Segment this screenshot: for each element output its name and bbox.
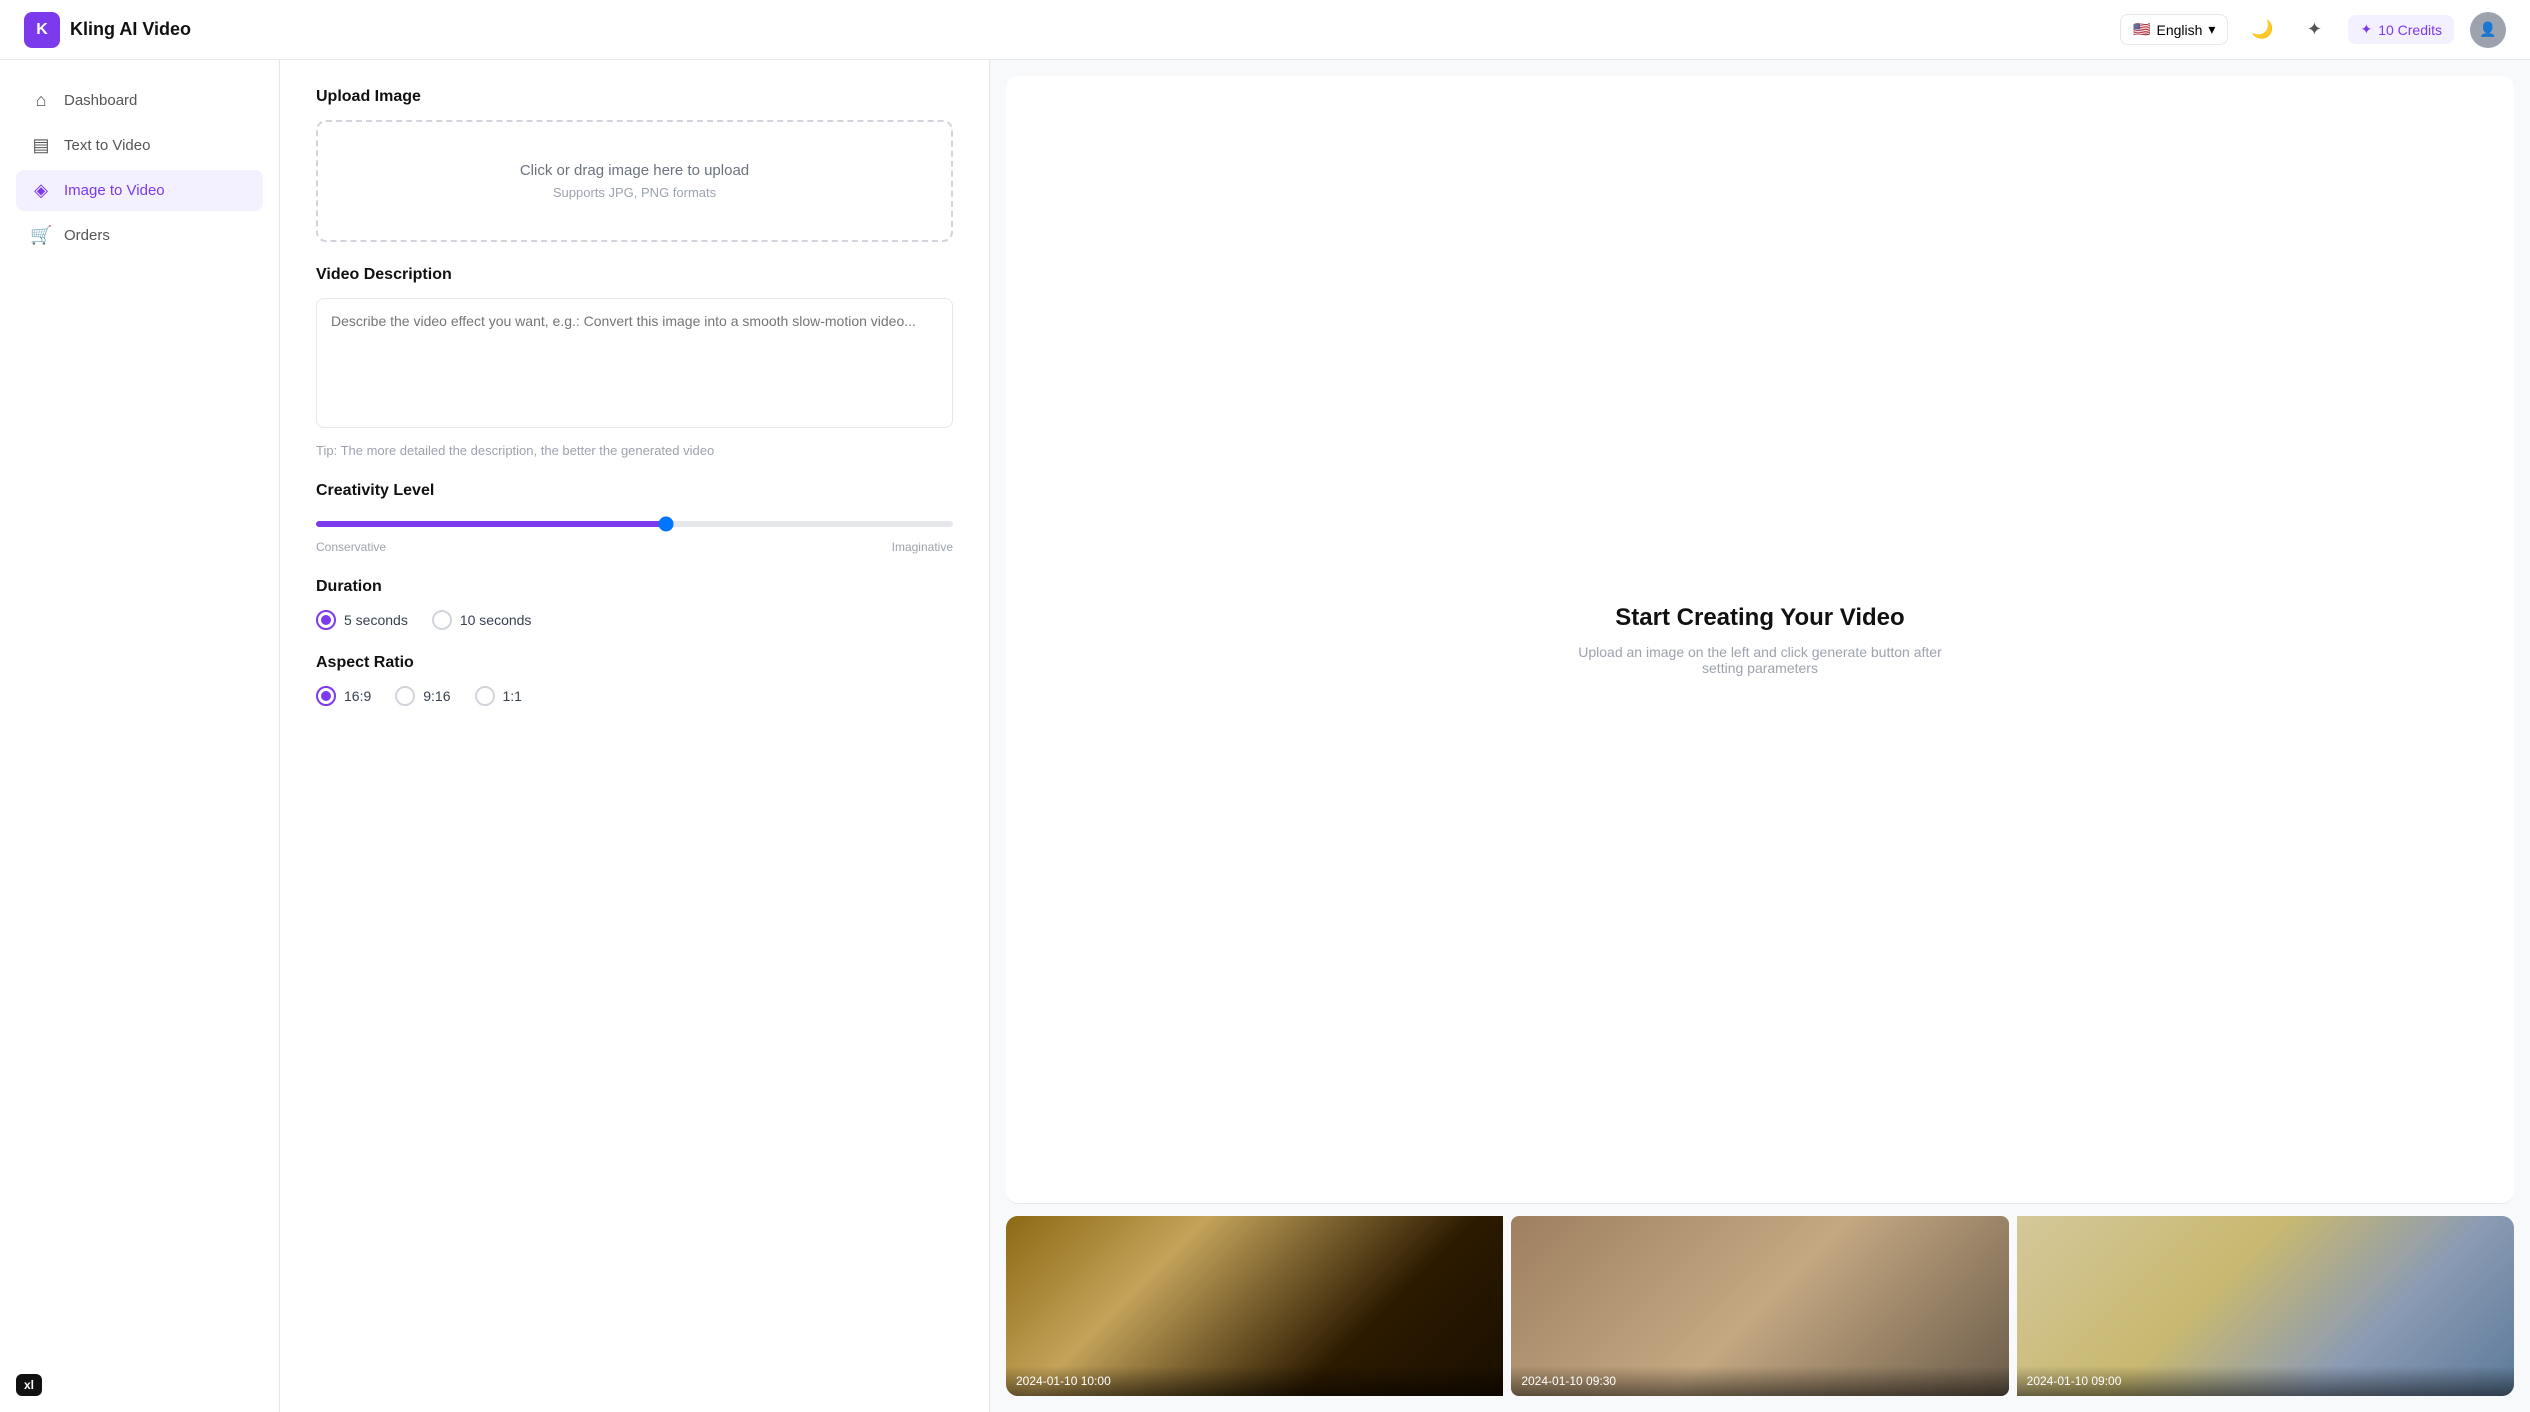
creativity-section: Creativity Level Conservative Imaginativ… <box>316 482 953 554</box>
description-section: Video Description Tip: The more detailed… <box>316 266 953 458</box>
image-to-video-icon: ◈ <box>30 180 52 201</box>
creativity-slider[interactable] <box>316 521 953 527</box>
creativity-section-title: Creativity Level <box>316 482 953 500</box>
preview-empty-title: Start Creating Your Video <box>1615 604 1904 632</box>
aspect-ratio-radio-group: 16:9 9:16 1:1 <box>316 686 953 706</box>
sidebar: ⌂ Dashboard ▤ Text to Video ◈ Image to V… <box>0 60 280 1412</box>
user-avatar[interactable]: 👤 <box>2470 12 2506 48</box>
flag-icon: 🇺🇸 <box>2133 21 2150 38</box>
thumbnail-2[interactable]: 2024-01-10 09:30 <box>1511 1216 2008 1396</box>
duration-label-5s: 5 seconds <box>344 612 408 628</box>
aspect-ratio-radio-1x1[interactable] <box>475 686 495 706</box>
upload-section: Upload Image Click or drag image here to… <box>316 88 953 242</box>
sidebar-item-orders-label: Orders <box>64 227 110 244</box>
aspect-ratio-option-16x9[interactable]: 16:9 <box>316 686 371 706</box>
sidebar-item-text-to-video[interactable]: ▤ Text to Video <box>16 125 263 166</box>
upload-dropzone[interactable]: Click or drag image here to upload Suppo… <box>316 120 953 242</box>
header-actions: 🇺🇸 English ▾ 🌙 ✦ ✦ 10 Credits 👤 <box>2120 12 2506 48</box>
aspect-ratio-radio-9x16[interactable] <box>395 686 415 706</box>
sidebar-item-dashboard[interactable]: ⌂ Dashboard <box>16 80 263 121</box>
sidebar-item-text-to-video-label: Text to Video <box>64 137 150 154</box>
app-logo: K <box>24 12 60 48</box>
aspect-ratio-label-16x9: 16:9 <box>344 688 371 704</box>
right-panel: Start Creating Your Video Upload an imag… <box>990 60 2530 1412</box>
aspect-ratio-label-1x1: 1:1 <box>503 688 522 704</box>
creativity-slider-container <box>316 514 953 532</box>
upload-main-text: Click or drag image here to upload <box>338 162 931 179</box>
duration-label-10s: 10 seconds <box>460 612 532 628</box>
credits-icon: ✦ <box>2360 21 2372 38</box>
app-title: Kling AI Video <box>70 19 191 40</box>
thumbnail-1-date: 2024-01-10 10:00 <box>1006 1366 1503 1396</box>
duration-section-title: Duration <box>316 578 953 596</box>
preview-empty-subtitle: Upload an image on the left and click ge… <box>1560 644 1960 676</box>
description-section-title: Video Description <box>316 266 953 284</box>
sidebar-item-image-to-video[interactable]: ◈ Image to Video <box>16 170 263 211</box>
header-logo-area: K Kling AI Video <box>24 12 191 48</box>
sidebar-item-image-to-video-label: Image to Video <box>64 182 165 199</box>
aspect-ratio-label-9x16: 9:16 <box>423 688 450 704</box>
duration-radio-10s[interactable] <box>432 610 452 630</box>
aspect-ratio-option-1x1[interactable]: 1:1 <box>475 686 522 706</box>
xl-badge: xl <box>16 1374 42 1396</box>
main-layout: ⌂ Dashboard ▤ Text to Video ◈ Image to V… <box>0 60 2530 1412</box>
dark-mode-button[interactable]: 🌙 <box>2244 12 2280 48</box>
thumbnail-2-date: 2024-01-10 09:30 <box>1511 1366 2008 1396</box>
aspect-ratio-section-title: Aspect Ratio <box>316 654 953 672</box>
content-area: Upload Image Click or drag image here to… <box>280 60 2530 1412</box>
text-to-video-icon: ▤ <box>30 135 52 156</box>
upload-sub-text: Supports JPG, PNG formats <box>338 185 931 200</box>
dashboard-icon: ⌂ <box>30 90 52 111</box>
description-tip: Tip: The more detailed the description, … <box>316 443 953 458</box>
credits-label: 10 Credits <box>2378 22 2442 38</box>
thumbnail-1[interactable]: 2024-01-10 10:00 <box>1006 1216 1503 1396</box>
creativity-max-label: Imaginative <box>892 540 953 554</box>
aspect-ratio-radio-16x9[interactable] <box>316 686 336 706</box>
creativity-slider-labels: Conservative Imaginative <box>316 540 953 554</box>
thumbnail-3[interactable]: 2024-01-10 09:00 <box>2017 1216 2514 1396</box>
chevron-down-icon: ▾ <box>2208 21 2215 38</box>
left-panel: Upload Image Click or drag image here to… <box>280 60 990 1412</box>
sidebar-item-orders[interactable]: 🛒 Orders <box>16 215 263 256</box>
app-header: K Kling AI Video 🇺🇸 English ▾ 🌙 ✦ ✦ 10 C… <box>0 0 2530 60</box>
duration-option-5s[interactable]: 5 seconds <box>316 610 408 630</box>
duration-option-10s[interactable]: 10 seconds <box>432 610 532 630</box>
language-selector[interactable]: 🇺🇸 English ▾ <box>2120 14 2228 45</box>
duration-radio-group: 5 seconds 10 seconds <box>316 610 953 630</box>
description-textarea[interactable] <box>316 298 953 428</box>
orders-icon: 🛒 <box>30 225 52 246</box>
sidebar-item-dashboard-label: Dashboard <box>64 92 137 109</box>
sparkle-button[interactable]: ✦ <box>2296 12 2332 48</box>
duration-section: Duration 5 seconds 10 seconds <box>316 578 953 630</box>
thumbnail-3-date: 2024-01-10 09:00 <box>2017 1366 2514 1396</box>
creativity-min-label: Conservative <box>316 540 386 554</box>
aspect-ratio-option-9x16[interactable]: 9:16 <box>395 686 450 706</box>
preview-area: Start Creating Your Video Upload an imag… <box>1006 76 2514 1204</box>
thumbnails-row: 2024-01-10 10:00 2024-01-10 09:30 2024-0… <box>1006 1216 2514 1396</box>
credits-display: ✦ 10 Credits <box>2348 15 2454 44</box>
duration-radio-5s[interactable] <box>316 610 336 630</box>
upload-section-title: Upload Image <box>316 88 953 106</box>
language-label: English <box>2157 22 2203 38</box>
aspect-ratio-section: Aspect Ratio 16:9 9:16 1:1 <box>316 654 953 706</box>
